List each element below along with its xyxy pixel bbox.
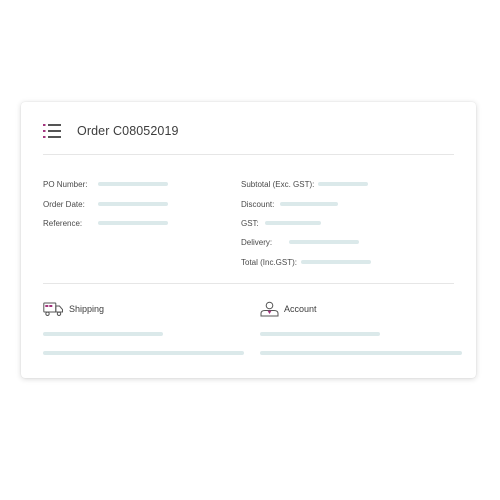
- field-order-date: Order Date:: [43, 198, 168, 210]
- field-label: Reference:: [43, 218, 83, 228]
- value-placeholder: [98, 202, 168, 206]
- account-section-header: Account: [260, 300, 317, 318]
- field-delivery: Delivery:: [241, 236, 360, 248]
- list-icon: [43, 124, 61, 138]
- field-discount: Discount:: [241, 198, 339, 210]
- order-header: Order C08052019: [43, 120, 179, 142]
- account-title: Account: [284, 304, 317, 314]
- account-line-placeholder: [260, 351, 462, 355]
- field-po-number: PO Number:: [43, 178, 168, 190]
- section-divider: [43, 283, 454, 284]
- value-placeholder: [289, 240, 360, 244]
- value-placeholder: [318, 182, 369, 186]
- field-subtotal: Subtotal (Exc. GST):: [241, 178, 369, 190]
- value-placeholder: [98, 221, 168, 225]
- field-label: Order Date:: [43, 199, 85, 209]
- value-placeholder: [98, 182, 168, 186]
- shipping-line-placeholder: [43, 351, 244, 355]
- field-label: Discount:: [241, 199, 275, 209]
- field-label: GST:: [241, 218, 259, 228]
- field-label: Subtotal (Exc. GST):: [241, 179, 315, 189]
- field-reference: Reference:: [43, 217, 168, 229]
- order-card: Order C08052019 PO Number: Order Date: R…: [21, 102, 476, 378]
- field-label: PO Number:: [43, 179, 88, 189]
- order-title: Order C08052019: [77, 124, 179, 138]
- shipping-title: Shipping: [69, 304, 105, 314]
- field-total: Total (Inc.GST):: [241, 256, 372, 268]
- delivery-truck-icon: [43, 302, 63, 316]
- value-placeholder: [280, 202, 339, 206]
- field-label: Delivery:: [241, 237, 273, 247]
- shipping-line-placeholder: [43, 332, 163, 336]
- value-placeholder: [301, 260, 372, 264]
- field-gst: GST:: [241, 217, 321, 229]
- user-account-icon: [260, 301, 279, 317]
- header-divider: [43, 154, 454, 155]
- account-line-placeholder: [260, 332, 380, 336]
- value-placeholder: [264, 221, 321, 225]
- field-label: Total (Inc.GST):: [241, 257, 298, 267]
- shipping-section-header: Shipping: [43, 300, 104, 318]
